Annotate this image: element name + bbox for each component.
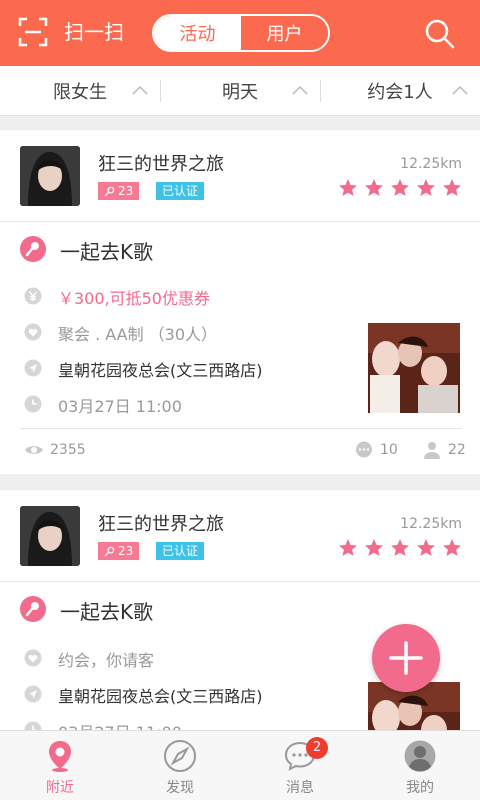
distance: 12.25km xyxy=(400,156,462,172)
time-text: 03月27日 11:00 xyxy=(58,397,182,416)
heart-icon xyxy=(24,649,42,667)
user-avatar-icon xyxy=(404,740,436,772)
tab-discover[interactable]: 发现 xyxy=(120,731,240,800)
navigation-icon xyxy=(24,685,42,703)
participants-count: 22 xyxy=(448,442,466,458)
activity-card[interactable]: 狂三的世界之旅 23 已认证 12.25km 一起去K歌 约会，你请客 皇朝花园… xyxy=(0,490,480,730)
activity-title-row[interactable]: 一起去K歌 xyxy=(0,222,480,278)
comment-icon xyxy=(356,441,372,458)
star-icon xyxy=(365,179,383,196)
rating-stars xyxy=(338,538,462,558)
location-row[interactable]: 皇朝花园夜总会(文三西路店) xyxy=(0,350,360,386)
username: 狂三的世界之旅 xyxy=(98,154,224,175)
chevron-up-icon xyxy=(132,85,148,95)
star-icon xyxy=(339,179,357,196)
chevron-up-icon xyxy=(452,85,468,95)
chevron-up-icon xyxy=(292,85,308,95)
eye-icon xyxy=(25,446,43,454)
key-icon xyxy=(104,546,115,557)
type-text: 约会，你请客 xyxy=(58,651,155,670)
star-icon xyxy=(417,539,435,556)
location-text: 皇朝花园夜总会(文三西路店) xyxy=(58,687,263,706)
app-header: 扫一扫 活动 用户 xyxy=(0,0,480,66)
verified-badge: 已认证 xyxy=(156,182,205,200)
activity-card[interactable]: 狂三的世界之旅 23 已认证 12.25km 一起去K歌 ￥300,可抵50优惠… xyxy=(0,130,480,474)
location-row[interactable]: 皇朝花园夜总会(文三西路店) xyxy=(0,676,360,712)
time-text: 03月27日 11:00 xyxy=(58,719,182,730)
comments-stat[interactable]: 10 xyxy=(354,441,398,459)
filter-date[interactable]: 明天 xyxy=(160,66,320,115)
tab-nearby[interactable]: 附近 xyxy=(0,731,120,800)
level-badge: 23 xyxy=(98,182,140,200)
views-count: 2355 xyxy=(50,442,86,458)
tab-nearby-label: 附近 xyxy=(46,780,74,796)
level-value: 23 xyxy=(118,544,134,558)
navigation-icon xyxy=(24,359,42,377)
scan-icon[interactable] xyxy=(18,17,48,47)
filter-date-label: 明天 xyxy=(222,81,258,103)
plus-icon xyxy=(389,641,423,675)
distance: 12.25km xyxy=(400,516,462,532)
star-icon xyxy=(443,539,461,556)
clock-icon xyxy=(24,721,42,730)
star-icon xyxy=(443,179,461,196)
price-text: ￥300,可抵50优惠券 xyxy=(58,289,210,308)
create-activity-button[interactable] xyxy=(372,624,440,692)
microphone-icon xyxy=(20,596,46,622)
filter-type[interactable]: 约会1人 xyxy=(320,66,480,115)
compass-icon xyxy=(164,740,196,772)
star-icon xyxy=(339,539,357,556)
activity-user-toggle: 活动 用户 xyxy=(152,14,330,52)
tab-activity[interactable]: 活动 xyxy=(154,16,241,50)
tab-messages[interactable]: 消息 2 xyxy=(240,731,360,800)
avatar[interactable] xyxy=(20,506,80,566)
location-pin-icon xyxy=(49,741,71,772)
filter-type-label: 约会1人 xyxy=(367,81,433,103)
star-icon xyxy=(417,179,435,196)
user-row[interactable]: 狂三的世界之旅 23 已认证 12.25km xyxy=(0,130,480,222)
star-icon xyxy=(391,539,409,556)
bottom-tab-bar: 附近 发现 消息 2 我的 xyxy=(0,730,480,800)
filter-gender-label: 限女生 xyxy=(53,81,107,103)
price-row: ￥300,可抵50优惠券 xyxy=(0,278,360,314)
avatar[interactable] xyxy=(20,146,80,206)
location-text: 皇朝花园夜总会(文三西路店) xyxy=(58,361,263,380)
participants-stat[interactable]: 22 xyxy=(422,441,466,459)
activity-title: 一起去K歌 xyxy=(60,600,154,624)
key-icon xyxy=(104,186,115,197)
level-value: 23 xyxy=(118,184,134,198)
type-row: 约会，你请客 xyxy=(0,640,360,676)
yen-icon xyxy=(24,287,42,305)
tab-me-label: 我的 xyxy=(406,780,434,796)
username: 狂三的世界之旅 xyxy=(98,514,224,535)
tab-user[interactable]: 用户 xyxy=(241,16,328,50)
heart-icon xyxy=(24,323,42,341)
stats-row: 2355 10 22 xyxy=(20,428,466,472)
tab-me[interactable]: 我的 xyxy=(360,731,480,800)
level-badge: 23 xyxy=(98,542,140,560)
activity-title: 一起去K歌 xyxy=(60,240,154,264)
type-text: 聚会 . AA制 （30人） xyxy=(58,325,218,344)
scan-label[interactable]: 扫一扫 xyxy=(64,18,124,46)
person-icon xyxy=(424,442,440,459)
unread-badge: 2 xyxy=(306,737,328,759)
activity-photo[interactable] xyxy=(368,323,460,413)
tab-discover-label: 发现 xyxy=(166,780,194,796)
user-row[interactable]: 狂三的世界之旅 23 已认证 12.25km xyxy=(0,490,480,582)
rating-stars xyxy=(338,178,462,198)
type-row: 聚会 . AA制 （30人） xyxy=(0,314,360,350)
verified-badge: 已认证 xyxy=(156,542,205,560)
microphone-icon xyxy=(20,236,46,262)
time-row: 03月27日 11:00 xyxy=(0,386,360,422)
star-icon xyxy=(365,539,383,556)
tab-messages-label: 消息 xyxy=(286,780,314,796)
filter-gender[interactable]: 限女生 xyxy=(0,66,160,115)
filter-bar: 限女生 明天 约会1人 xyxy=(0,66,480,116)
comments-count: 10 xyxy=(380,442,398,458)
search-icon[interactable] xyxy=(424,18,456,50)
star-icon xyxy=(391,179,409,196)
views-stat: 2355 xyxy=(24,441,86,459)
clock-icon xyxy=(24,395,42,413)
time-row: 03月27日 11:00 xyxy=(0,712,360,730)
